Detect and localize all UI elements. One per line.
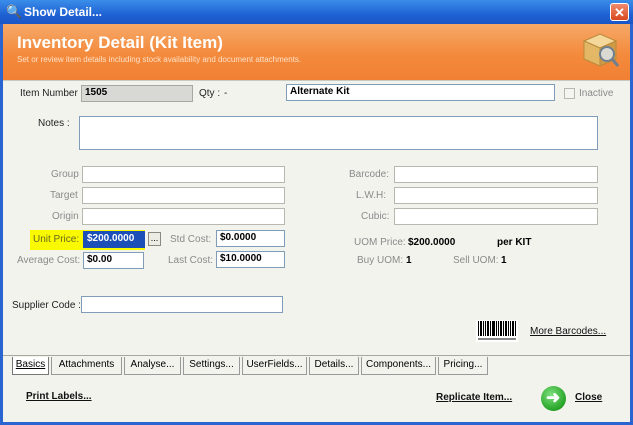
tab-details-label: Details... (314, 359, 354, 370)
window-title: Show Detail... (24, 5, 103, 19)
package-search-icon (582, 33, 620, 67)
header-divider (3, 80, 630, 81)
tab-settings[interactable]: Settings... (183, 357, 240, 375)
tab-components-label: Components... (365, 359, 432, 370)
notes-label: Notes : (38, 118, 70, 129)
tab-analyse-label: Analyse... (130, 359, 175, 370)
item-number-field[interactable]: 1505 (81, 85, 193, 102)
tab-basics-label: Basics (15, 359, 46, 370)
sell-uom-value: 1 (501, 255, 507, 266)
barcode-field[interactable] (394, 166, 598, 183)
uom-per-label: per KIT (497, 237, 532, 248)
unit-price-field[interactable]: $200.0000 (83, 231, 145, 248)
tab-pricing[interactable]: Pricing... (438, 357, 488, 375)
header-banner: Inventory Detail (Kit Item) Set or revie… (3, 24, 630, 80)
uom-price-label: UOM Price: (354, 237, 406, 248)
tab-pricing-label: Pricing... (443, 359, 483, 370)
tab-components[interactable]: Components... (361, 357, 436, 375)
tab-details[interactable]: Details... (309, 357, 359, 375)
magnifier-icon: 🔍 (6, 4, 23, 19)
qty-label: Qty : (199, 88, 221, 99)
supplier-code-label: Supplier Code : (12, 300, 81, 311)
group-field[interactable] (82, 166, 285, 183)
tab-attachments[interactable]: Attachments (51, 357, 122, 375)
page-title: Inventory Detail (Kit Item) (17, 33, 223, 52)
last-cost-field[interactable]: $10.0000 (216, 251, 285, 268)
more-barcodes-link[interactable]: More Barcodes... (530, 326, 606, 337)
description-field[interactable]: Alternate Kit (286, 84, 555, 101)
footer (3, 376, 630, 422)
uom-price-value: $200.0000 (408, 237, 456, 248)
lwh-field[interactable] (394, 187, 598, 204)
lwh-label: L.W.H: (356, 190, 387, 201)
group-label: Group (51, 169, 79, 180)
cubic-field[interactable] (394, 208, 598, 225)
std-cost-label: Std Cost: (170, 234, 212, 245)
title-bar: 🔍 Show Detail... ✕ (0, 0, 633, 24)
tab-settings-label: Settings... (189, 359, 234, 370)
page-subtitle: Set or review item details including sto… (17, 55, 302, 64)
replicate-item-link[interactable]: Replicate Item... (436, 392, 512, 403)
barcode-label: Barcode: (349, 169, 390, 180)
item-number-label: Item Number (20, 88, 78, 99)
tab-bar-line (3, 355, 630, 356)
cubic-label: Cubic: (361, 211, 390, 222)
unit-price-lookup-button[interactable]: ... (148, 232, 161, 246)
buy-uom-label: Buy UOM: (357, 255, 404, 266)
target-field[interactable] (82, 187, 285, 204)
notes-field[interactable] (79, 116, 598, 150)
sell-uom-label: Sell UOM: (453, 255, 499, 266)
average-cost-label: Average Cost: (17, 255, 81, 266)
inactive-checkbox[interactable] (564, 88, 575, 99)
tab-basics[interactable]: Basics (12, 357, 49, 375)
origin-label: Origin (52, 211, 79, 222)
supplier-code-field[interactable] (81, 296, 283, 313)
last-cost-label: Last Cost: (168, 255, 214, 266)
tab-userfields-label: UserFields... (246, 359, 303, 370)
average-cost-field[interactable]: $0.00 (83, 252, 144, 269)
close-arrow-icon[interactable]: ➜ (541, 386, 566, 411)
print-labels-link[interactable]: Print Labels... (26, 391, 92, 402)
origin-field[interactable] (82, 208, 285, 225)
close-button[interactable]: Close (575, 392, 602, 403)
target-label: Target (50, 190, 78, 201)
tab-analyse[interactable]: Analyse... (124, 357, 181, 375)
unit-price-label: Unit Price: (33, 234, 80, 245)
inactive-label: Inactive (579, 88, 614, 99)
std-cost-field[interactable]: $0.0000 (216, 230, 285, 247)
tab-userfields[interactable]: UserFields... (242, 357, 307, 375)
tab-attachments-label: Attachments (58, 359, 115, 370)
barcode-icon (476, 320, 518, 342)
buy-uom-value: 1 (406, 255, 412, 266)
qty-value: - (224, 88, 228, 99)
window-close-button[interactable]: ✕ (610, 3, 629, 21)
